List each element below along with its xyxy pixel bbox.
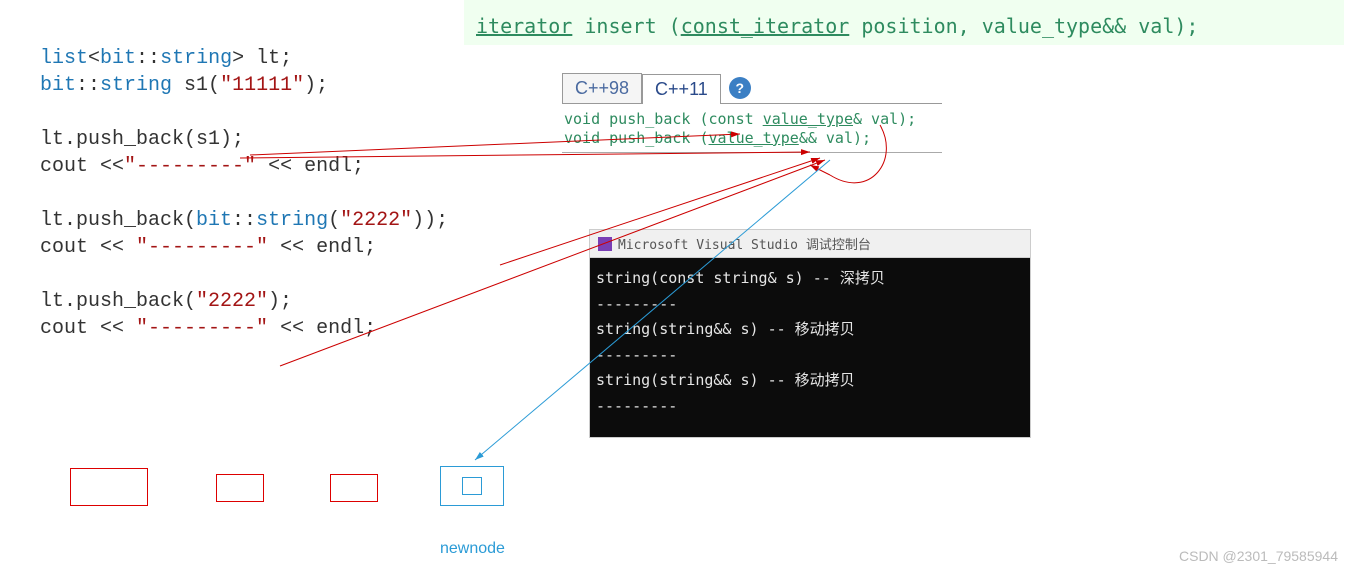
list-node-box (70, 468, 148, 506)
insert-signature-banner: iterator insert (const_iterator position… (464, 0, 1344, 45)
console-title-text: Microsoft Visual Studio 调试控制台 (618, 234, 871, 253)
code-listing: list<bit::string> lt; bit::string s1("11… (40, 45, 448, 342)
newnode-inner-box (462, 477, 482, 495)
tab-cpp98[interactable]: C++98 (562, 73, 642, 103)
newnode-label: newnode (440, 540, 505, 558)
console-titlebar: Microsoft Visual Studio 调试控制台 (590, 230, 1030, 258)
newnode-box (440, 466, 504, 506)
iterator-link: iterator (476, 14, 572, 38)
help-icon[interactable]: ? (729, 77, 751, 99)
const-iterator-link: const_iterator (681, 14, 850, 38)
list-node-box (330, 474, 378, 502)
tab-cpp11[interactable]: C++11 (642, 74, 721, 104)
vs-icon (598, 237, 612, 251)
cpp-reference-tabs: C++98 C++11 ? void push_back (const valu… (562, 73, 942, 153)
vs-debug-console: Microsoft Visual Studio 调试控制台 string(con… (590, 230, 1030, 437)
list-node-box (216, 474, 264, 502)
console-output: string(const string& s) -- 深拷贝 ---------… (590, 258, 1030, 437)
watermark: CSDN @2301_79585944 (1179, 548, 1338, 564)
push-back-signatures: void push_back (const value_type& val); … (562, 104, 942, 153)
